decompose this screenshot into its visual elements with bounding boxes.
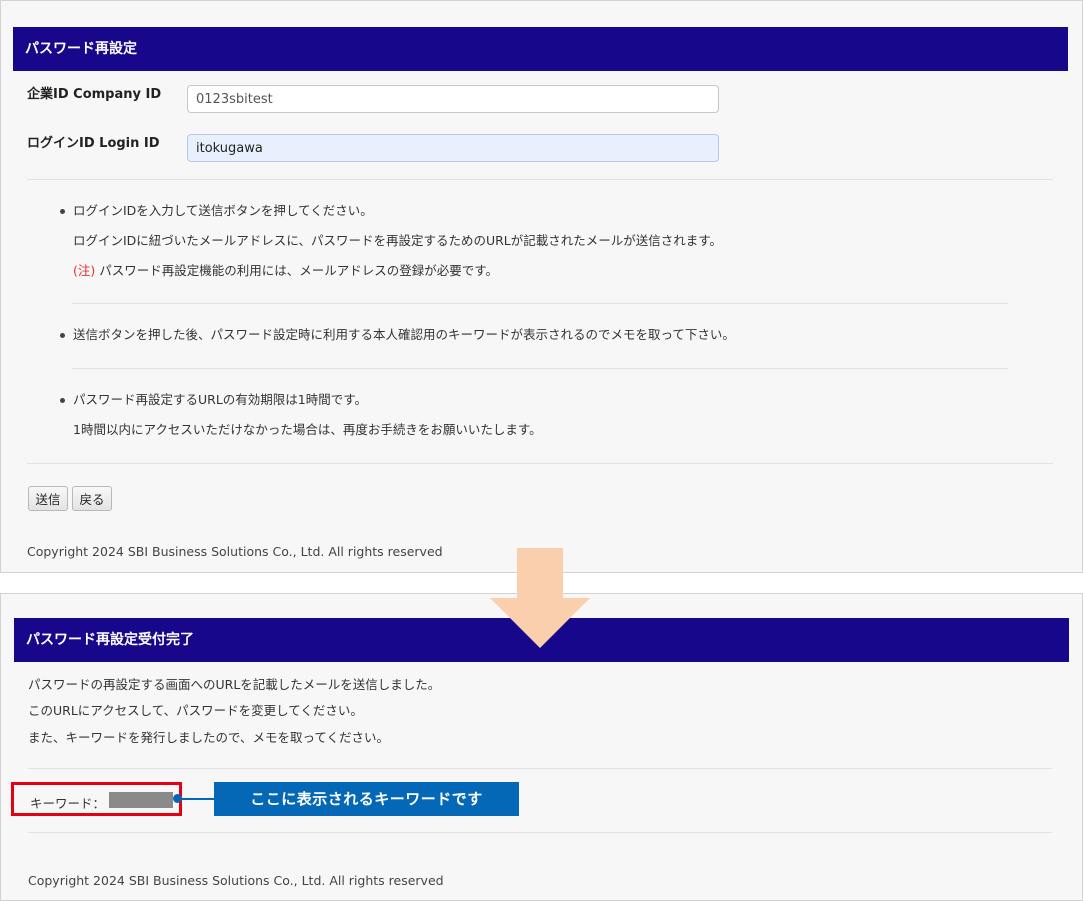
copyright-text: Copyright 2024 SBI Business Solutions Co… bbox=[28, 873, 444, 888]
divider bbox=[72, 368, 1008, 369]
complete-message: パスワードの再設定する画面へのURLを記載したメールを送信しました。 bbox=[28, 677, 441, 692]
note-text: 送信ボタンを押した後、パスワード設定時に利用する本人確認用のキーワードが表示され… bbox=[73, 327, 735, 342]
divider bbox=[27, 179, 1053, 180]
callout-connector bbox=[178, 798, 216, 800]
note-text: パスワード再設定するURLの有効期限は1時間です。 bbox=[73, 392, 368, 407]
login-id-input[interactable] bbox=[187, 134, 719, 162]
copyright-text: Copyright 2024 SBI Business Solutions Co… bbox=[27, 544, 443, 559]
note-text: 1時間以内にアクセスいただけなかった場合は、再度お手続きをお願いいたします。 bbox=[73, 422, 542, 437]
callout-dot bbox=[173, 794, 182, 803]
arrow-shape bbox=[490, 548, 590, 648]
caution-text: パスワード再設定機能の利用には、メールアドレスの登録が必要です。 bbox=[95, 263, 498, 278]
complete-message: また、キーワードを発行しましたので、メモを取ってください。 bbox=[28, 730, 390, 745]
company-id-label: 企業ID Company ID bbox=[27, 87, 162, 102]
complete-message: このURLにアクセスして、パスワードを変更してください。 bbox=[28, 703, 363, 718]
back-button[interactable]: 戻る bbox=[72, 486, 112, 511]
caution-mark: (注) bbox=[73, 263, 96, 278]
divider bbox=[28, 832, 1052, 833]
divider bbox=[72, 303, 1008, 304]
notes-list-3: パスワード再設定するURLの有効期限は1時間です。 1時間以内にアクセスいただけ… bbox=[57, 385, 1017, 445]
note-caution: (注) パスワード再設定機能の利用には、メールアドレスの登録が必要です。 bbox=[73, 256, 1017, 286]
company-id-input[interactable] bbox=[187, 85, 719, 113]
divider bbox=[27, 463, 1053, 464]
note-text: ログインIDを入力して送信ボタンを押してください。 bbox=[73, 203, 373, 218]
keyword-label: キーワード： bbox=[30, 796, 106, 811]
login-id-label: ログインID Login ID bbox=[27, 136, 160, 151]
submit-button[interactable]: 送信 bbox=[28, 486, 68, 511]
keyword-callout: ここに表示されるキーワードです bbox=[214, 782, 519, 816]
keyword-value-masked bbox=[109, 792, 173, 808]
keyword-highlight: キーワード： bbox=[11, 782, 182, 816]
notes-list-1: ログインIDを入力して送信ボタンを押してください。 ログインIDに紐づいたメール… bbox=[57, 196, 1017, 286]
list-item: 送信ボタンを押した後、パスワード設定時に利用する本人確認用のキーワードが表示され… bbox=[57, 320, 1017, 350]
divider bbox=[28, 768, 1052, 769]
down-arrow-icon bbox=[490, 548, 590, 648]
password-reset-panel: パスワード再設定 企業ID Company ID ログインID Login ID… bbox=[0, 0, 1083, 573]
list-item: ログインIDを入力して送信ボタンを押してください。 ログインIDに紐づいたメール… bbox=[57, 196, 1017, 286]
list-item: パスワード再設定するURLの有効期限は1時間です。 1時間以内にアクセスいただけ… bbox=[57, 385, 1017, 445]
reset-header: パスワード再設定 bbox=[13, 27, 1068, 71]
note-text: ログインIDに紐づいたメールアドレスに、パスワードを再設定するためのURLが記載… bbox=[73, 233, 722, 248]
notes-list-2: 送信ボタンを押した後、パスワード設定時に利用する本人確認用のキーワードが表示され… bbox=[57, 320, 1017, 350]
